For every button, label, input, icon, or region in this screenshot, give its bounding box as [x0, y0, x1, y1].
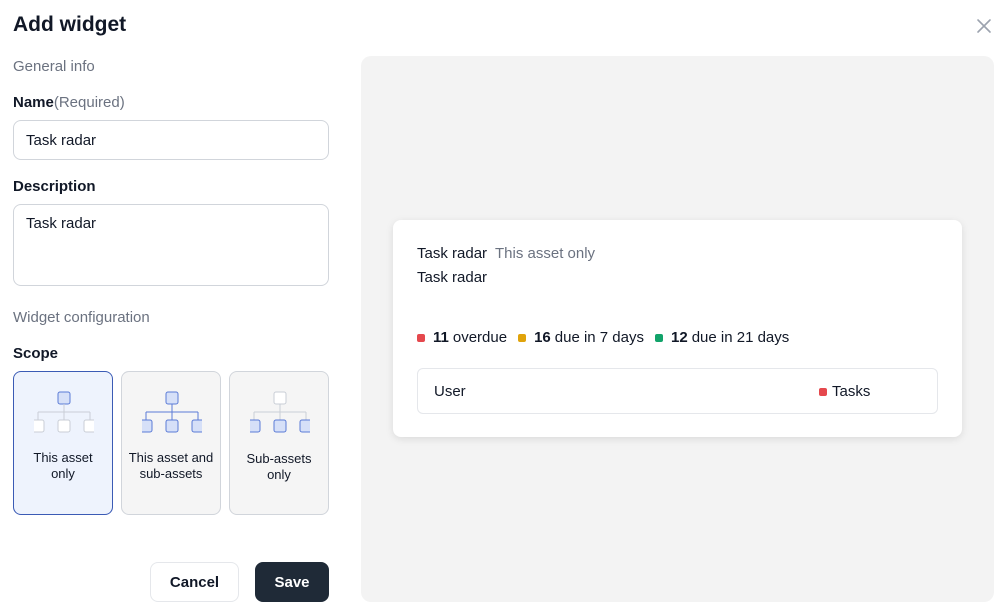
stat-label: due in 21 days: [691, 329, 790, 346]
widget-description: Task radar: [417, 269, 488, 286]
widget-configuration-label: Widget configuration: [13, 309, 150, 326]
scope-option-this-asset-only[interactable]: This asset only: [13, 371, 113, 515]
name-input[interactable]: [13, 120, 329, 160]
due-soon-status-dot: [518, 333, 527, 342]
column-header-tasks: Tasks: [819, 383, 870, 400]
overdue-status-dot: [417, 333, 425, 342]
column-header-tasks-label: Tasks: [832, 383, 871, 400]
due-later-status-dot: [655, 333, 663, 342]
hierarchy-asset-and-sub-assets-icon: [142, 391, 202, 433]
stat-overdue: 11 overdue: [417, 329, 507, 346]
stat-count: 11: [433, 329, 449, 346]
column-header-user: User: [434, 383, 466, 400]
widget-preview-card: Task radar This asset only Task radar 11…: [393, 220, 962, 437]
scope-option-label: This asset only: [33, 450, 93, 481]
cancel-button[interactable]: Cancel: [150, 562, 239, 602]
stat-label: overdue: [452, 329, 508, 346]
save-button[interactable]: Save: [255, 562, 329, 602]
stat-due-21-days: 12 due in 21 days: [655, 329, 789, 346]
stat-label: due in 7 days: [554, 329, 644, 346]
scope-option-label: This asset and sub-assets: [128, 450, 214, 481]
general-info-label: General info: [13, 58, 95, 75]
name-label: Name(Required): [13, 94, 125, 111]
stat-count: 16: [534, 329, 551, 346]
scope-option-this-asset-and-sub-assets[interactable]: This asset and sub-assets: [121, 371, 221, 515]
task-stats: 11 overdue 16 due in 7 days 12 due in 21…: [417, 329, 800, 346]
hierarchy-sub-assets-icon: [250, 391, 310, 433]
task-table-header: User Tasks: [417, 368, 938, 414]
description-textarea[interactable]: Task radar: [13, 204, 329, 286]
description-label: Description: [13, 178, 96, 195]
stat-due-7-days: 16 due in 7 days: [518, 329, 644, 346]
widget-title: Task radar: [417, 245, 488, 262]
required-hint: (Required): [53, 94, 125, 111]
scope-option-label: Sub-assets only: [246, 451, 312, 482]
dialog-title: Add widget: [13, 13, 127, 36]
scope-option-sub-assets-only[interactable]: Sub-assets only: [229, 371, 329, 515]
hierarchy-this-asset-icon: [34, 391, 94, 433]
widget-scope: This asset only: [495, 245, 596, 262]
scope-label: Scope: [13, 345, 59, 362]
tasks-legend-dot: [819, 387, 827, 396]
close-icon[interactable]: [974, 16, 994, 36]
stat-count: 12: [671, 329, 688, 346]
